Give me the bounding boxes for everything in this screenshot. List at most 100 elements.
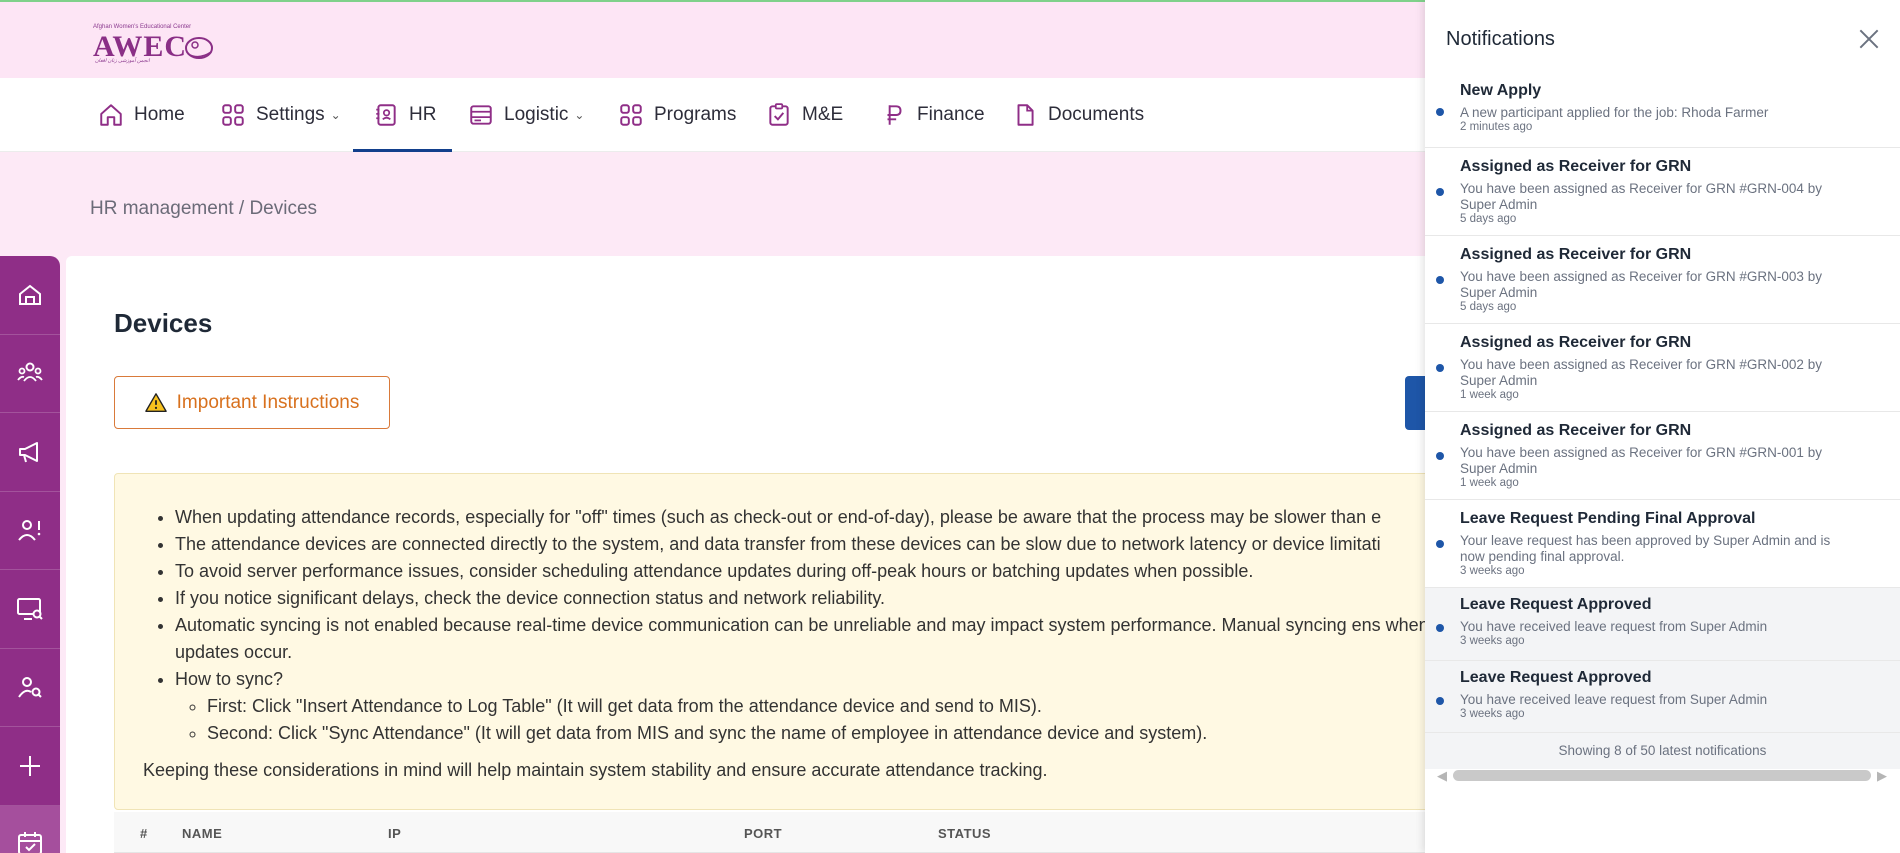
scroll-right-icon[interactable]: ▶ [1877, 768, 1887, 784]
sync-step: Second: Click "Sync Attendance" (It will… [207, 720, 1453, 747]
notification-title: Leave Request Approved [1460, 596, 1652, 613]
notification-time: 3 weeks ago [1460, 635, 1525, 647]
notification-item[interactable]: Assigned as Receiver for GRN You have be… [1425, 148, 1900, 236]
column-header-port[interactable]: PORT [744, 826, 782, 841]
column-header-ip[interactable]: IP [388, 826, 401, 841]
notification-item[interactable]: Assigned as Receiver for GRN You have be… [1425, 236, 1900, 324]
instructions-footer: Keeping these considerations in mind wil… [143, 760, 1048, 780]
sidebar-item-add[interactable] [0, 727, 60, 806]
nav-logistic[interactable]: Logistic ⌄ [468, 78, 584, 152]
nav-settings-label: Settings [256, 104, 325, 125]
left-sidebar [0, 256, 60, 853]
notification-time: 1 week ago [1460, 477, 1519, 489]
logo-emblem-icon [185, 37, 213, 59]
scrollbar-thumb[interactable] [1453, 770, 1871, 781]
main-content: Devices Important Instructions When upda… [66, 256, 1454, 853]
notification-time: 3 weeks ago [1460, 565, 1525, 577]
sidebar-item-user-alerts[interactable] [0, 492, 60, 570]
instruction-item: To avoid server performance issues, cons… [175, 558, 1453, 585]
building-icon [19, 284, 41, 305]
server-icon [470, 105, 492, 125]
nav-documents[interactable]: Documents [1012, 78, 1144, 152]
nav-finance[interactable]: Finance [881, 78, 985, 152]
sidebar-item-device-search[interactable] [0, 570, 60, 649]
nav-hr[interactable]: HR [352, 78, 454, 152]
home-icon [100, 104, 122, 126]
notification-item[interactable]: Leave Request Approved You have received… [1425, 588, 1900, 661]
nav-programs[interactable]: Programs [618, 78, 736, 152]
close-icon[interactable] [1856, 26, 1882, 52]
notification-title: Assigned as Receiver for GRN [1460, 158, 1692, 175]
notification-title: Leave Request Approved [1460, 669, 1652, 686]
sync-step: First: Click "Insert Attendance to Log T… [207, 693, 1453, 720]
notification-item[interactable]: Assigned as Receiver for GRN You have be… [1425, 412, 1900, 500]
instruction-item: The attendance devices are connected dir… [175, 531, 1453, 558]
status-dot [1436, 624, 1444, 632]
sidebar-item-announcements[interactable] [0, 413, 60, 492]
sidebar-item-dashboard[interactable] [0, 256, 60, 335]
sidebar-item-attendance[interactable] [0, 805, 60, 853]
notification-time: 1 week ago [1460, 389, 1519, 401]
currency-icon [887, 105, 902, 125]
instructions-list: When updating attendance records, especi… [143, 504, 1453, 747]
user-search-icon [18, 677, 42, 698]
notification-body: You have been assigned as Receiver for G… [1460, 445, 1822, 476]
notification-time: 3 weeks ago [1460, 708, 1525, 720]
clipboard-check-icon [769, 103, 789, 126]
unread-dot [1436, 364, 1444, 372]
devices-table-header: # NAME IP PORT STATUS [114, 812, 1434, 853]
notification-time: 5 days ago [1460, 213, 1517, 225]
column-header-name[interactable]: NAME [182, 826, 222, 841]
nav-finance-label: Finance [917, 104, 985, 125]
notification-body: You have been assigned as Receiver for G… [1460, 181, 1822, 212]
notification-time: 5 days ago [1460, 301, 1517, 313]
notification-item[interactable]: Leave Request Approved You have received… [1425, 661, 1900, 733]
instruction-item: If you notice significant delays, check … [175, 585, 1453, 612]
user-alert-icon [18, 520, 41, 541]
calendar-check-icon [18, 832, 42, 853]
unread-dot [1436, 276, 1444, 284]
sidebar-item-user-search[interactable] [0, 649, 60, 727]
nav-me[interactable]: M&E [766, 78, 843, 152]
chevron-down-icon: ⌄ [330, 108, 341, 122]
notification-title: Assigned as Receiver for GRN [1460, 334, 1692, 351]
notification-body: You have been assigned as Receiver for G… [1460, 357, 1822, 388]
document-icon [1017, 104, 1034, 126]
notification-item[interactable]: New Apply A new participant applied for … [1425, 78, 1900, 148]
notifications-footer: Showing 8 of 50 latest notifications [1425, 733, 1900, 769]
sync-steps-list: First: Click "Insert Attendance to Log T… [175, 693, 1453, 747]
nav-home[interactable]: Home [98, 78, 185, 152]
notifications-header: Notifications [1425, 0, 1900, 78]
chevron-down-icon: ⌄ [574, 108, 585, 122]
nav-settings[interactable]: Settings ⌄ [220, 78, 341, 152]
nav-me-label: M&E [802, 104, 844, 125]
important-instructions-button[interactable]: Important Instructions [114, 376, 390, 429]
notification-title: New Apply [1460, 82, 1542, 99]
status-dot [1436, 697, 1444, 705]
notification-item[interactable]: Assigned as Receiver for GRN You have be… [1425, 324, 1900, 412]
unread-dot [1436, 188, 1444, 196]
sidebar-item-employees[interactable] [0, 335, 60, 413]
grid-icon [222, 104, 244, 126]
notification-title: Assigned as Receiver for GRN [1460, 422, 1692, 439]
breadcrumb: HR management / Devices [90, 198, 318, 219]
monitor-search-icon [17, 597, 43, 620]
notification-title: Assigned as Receiver for GRN [1460, 246, 1692, 263]
warning-icon [144, 392, 167, 412]
instruction-item: Automatic syncing is not enabled because… [175, 612, 1453, 666]
unread-dot [1436, 108, 1444, 116]
important-instructions-label: Important Instructions [176, 391, 360, 413]
awec-logo[interactable]: Afghan Women's Educational Center AWEC ا… [93, 24, 218, 64]
notification-item[interactable]: Leave Request Pending Final Approval You… [1425, 500, 1900, 588]
notification-title: Leave Request Pending Final Approval [1460, 510, 1756, 527]
nav-logistic-label: Logistic [504, 104, 569, 125]
page-title: Devices [114, 308, 213, 338]
nav-home-label: Home [134, 104, 185, 125]
scroll-left-icon[interactable]: ◀ [1437, 768, 1447, 784]
nav-programs-label: Programs [654, 104, 737, 125]
column-header-status[interactable]: STATUS [938, 826, 991, 841]
grid-icon [620, 104, 642, 126]
horizontal-scrollbar[interactable]: ◀ ▶ [1433, 767, 1891, 783]
notification-body: You have received leave request from Sup… [1460, 619, 1768, 634]
nav-hr-label: HR [409, 104, 437, 125]
